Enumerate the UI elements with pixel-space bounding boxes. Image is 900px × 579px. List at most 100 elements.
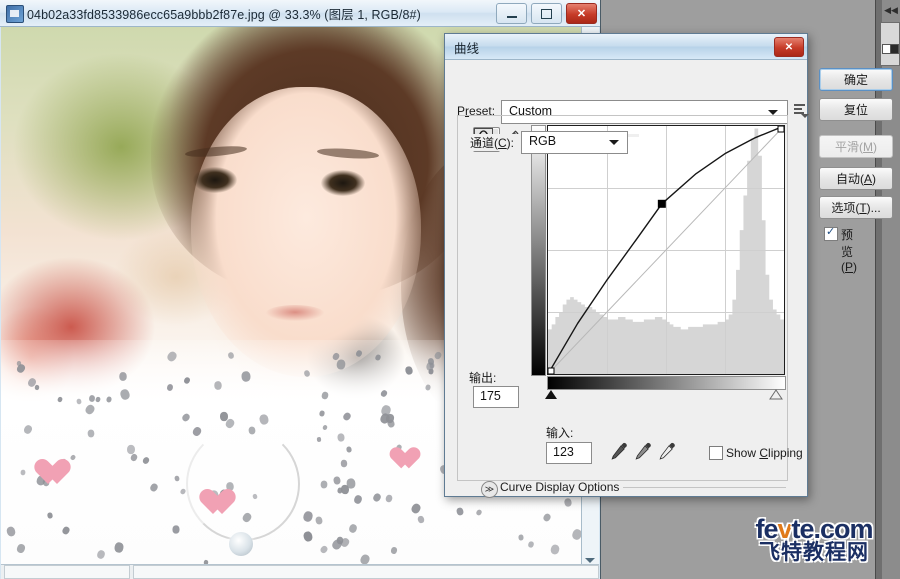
photo-shirt-dot (20, 469, 25, 475)
photo-heart-print-2 (206, 490, 236, 517)
watermark-line-2: 飞特教程网 (735, 542, 893, 564)
reset-button[interactable]: 复位 (819, 98, 893, 121)
photo-shirt-dot (47, 512, 53, 519)
output-label: 输出: (469, 369, 496, 386)
scroll-down-icon[interactable] (585, 558, 595, 563)
photo-shirt-dot (130, 453, 139, 462)
photo-shirt-dot (417, 515, 425, 524)
photo-shirt-dot (333, 476, 341, 485)
set-white-point-eyedropper-icon[interactable] (657, 440, 677, 462)
photo-shirt-dot (318, 410, 325, 417)
curves-dialog: 曲线 ✕ Preset: Custom 通道(C): RGB (444, 33, 808, 497)
photo-shirt-dot (241, 512, 253, 524)
channel-dropdown[interactable]: RGB (521, 131, 628, 154)
photo-shirt-dot (571, 528, 581, 541)
photo-shirt-dot (303, 530, 314, 542)
auto-button-label: 自动(A) (836, 170, 876, 187)
preset-menu-icon[interactable] (793, 103, 807, 117)
photo-shirt-dot (259, 413, 270, 425)
photo-shirt-dot (241, 371, 251, 382)
chevron-double-down-icon: ≫ (485, 485, 494, 494)
document-titlebar[interactable]: 04b02a33fd8533986ecc65a9bbb2f87e.jpg @ 3… (0, 0, 600, 27)
window-controls: ✕ (496, 3, 597, 24)
curve-control-point[interactable] (778, 126, 784, 132)
photo-shirt-dot (84, 403, 96, 416)
photo-shirt-dot (165, 350, 178, 363)
ok-button[interactable]: 确定 (819, 68, 893, 91)
tone-curve[interactable] (548, 126, 784, 374)
photo-shirt-dot (191, 425, 202, 437)
background-color-swatch[interactable] (890, 44, 899, 54)
curves-dialog-titlebar[interactable]: 曲线 ✕ (445, 34, 807, 60)
curve-grid-area[interactable] (547, 125, 785, 375)
auto-button[interactable]: 自动(A) (819, 167, 893, 190)
photo-shirt-dot (172, 526, 179, 534)
photo-shirt-dot (405, 366, 414, 376)
photo-shirt-dot (372, 492, 382, 503)
screenshot-root: ◀◀ 04b02a33fd8533986ecc65a9bbb2f87e.jpg … (0, 0, 900, 579)
photo-shirt-dot (119, 388, 131, 401)
restore-icon (532, 4, 561, 23)
close-button[interactable]: ✕ (566, 3, 597, 24)
photo-shirt-dot (338, 433, 346, 442)
collapse-panels-icon[interactable]: ◀◀ (884, 4, 898, 16)
photo-shirt-dot (542, 512, 552, 522)
photo-shirt-dot (106, 396, 112, 403)
input-field[interactable]: 123 (546, 442, 592, 464)
watermark-te-com: te.com (792, 514, 873, 544)
channel-value: RGB (529, 134, 556, 148)
curve-control-point[interactable] (548, 368, 554, 374)
photo-shirt-dot (174, 475, 180, 481)
options-button[interactable]: 选项(T)... (819, 196, 893, 219)
photo-shirt-dot (374, 354, 381, 362)
photo-shirt-dot (61, 526, 71, 536)
ok-button-label: 确定 (844, 71, 868, 88)
photo-shirt-dot (550, 544, 560, 555)
photo-shirt-dot (127, 444, 135, 453)
output-field[interactable]: 175 (473, 386, 519, 408)
curves-dialog-close-button[interactable]: ✕ (774, 37, 804, 57)
photo-heart-print-3 (395, 448, 421, 471)
photo-shirt-dot (410, 502, 422, 515)
minimize-icon (497, 4, 526, 23)
set-black-point-eyedropper-icon[interactable] (609, 440, 629, 462)
close-icon: ✕ (567, 4, 596, 23)
photo-shirt-dot (320, 480, 327, 488)
document-title: 04b02a33fd8533986ecc65a9bbb2f87e.jpg @ 3… (27, 4, 421, 23)
restore-button[interactable] (531, 3, 562, 24)
show-clipping-checkbox[interactable] (709, 446, 723, 460)
photo-shirt-dot (120, 372, 128, 381)
photo-shirt-dot (95, 396, 101, 403)
eyedropper-group (609, 440, 677, 464)
photo-face-region (191, 87, 421, 377)
curve-display-options-toggle[interactable]: ≫ (481, 481, 498, 498)
curve-control-point[interactable] (658, 200, 665, 207)
watermark: fevte.com 飞特教程网 (735, 516, 893, 568)
statusbar-info-field (133, 565, 599, 579)
statusbar-zoom-field[interactable] (4, 565, 130, 579)
photo-shirt-dot (96, 549, 106, 560)
photo-shirt-dot (456, 507, 464, 516)
photo-shirt-dot (475, 508, 482, 516)
photo-shirt-dot (302, 510, 314, 523)
black-point-slider[interactable] (545, 390, 557, 399)
photo-shirt-dot (319, 544, 329, 554)
close-icon: ✕ (785, 42, 793, 53)
photo-shirt-dot (317, 437, 322, 442)
channel-label: 通道(C): (467, 134, 517, 151)
minimize-button[interactable] (496, 3, 527, 24)
photo-shirt-dot (57, 396, 63, 403)
white-point-slider[interactable] (769, 389, 783, 400)
photo-shirt-dot (166, 384, 173, 392)
photo-shirt-dot (16, 361, 21, 366)
photo-shirt-dot (183, 376, 191, 384)
curves-dialog-title: 曲线 (454, 38, 479, 57)
photo-shirt-dot (89, 394, 96, 401)
photo-shirt-dot (180, 488, 187, 495)
photo-shirt-dot (181, 412, 191, 422)
photo-shirt-dot (341, 484, 350, 494)
reset-button-label: 复位 (844, 101, 868, 118)
smooth-button: 平滑(M) (819, 135, 893, 158)
preview-checkbox[interactable]: ✓ (824, 227, 838, 241)
set-gray-point-eyedropper-icon[interactable] (633, 440, 653, 462)
